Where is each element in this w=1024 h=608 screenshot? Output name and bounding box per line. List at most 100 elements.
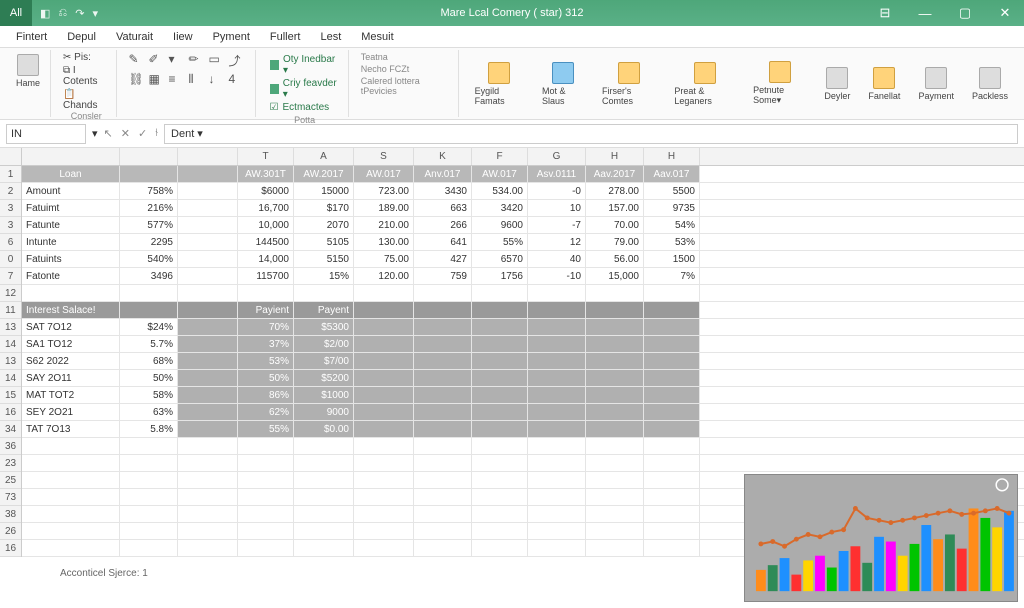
- cell[interactable]: 15000: [294, 183, 354, 199]
- namebox-dropdown-icon[interactable]: ▾: [92, 127, 98, 140]
- format-icon[interactable]: ⫴: [189, 72, 203, 86]
- cell[interactable]: 5.8%: [120, 421, 178, 437]
- cell[interactable]: [586, 319, 644, 335]
- cell[interactable]: 216%: [120, 200, 178, 216]
- cell[interactable]: [294, 472, 354, 488]
- paste-button[interactable]: 📋 Chands: [63, 89, 110, 111]
- cell[interactable]: Anv.017: [414, 166, 472, 182]
- row-header[interactable]: 23: [0, 455, 21, 472]
- cell[interactable]: 427: [414, 251, 472, 267]
- cell[interactable]: [528, 455, 586, 471]
- cell-styles-button[interactable]: Criy feavder ▾: [270, 78, 340, 100]
- cell[interactable]: 55%: [472, 234, 528, 250]
- cell[interactable]: [354, 336, 414, 352]
- cell[interactable]: [528, 336, 586, 352]
- cell[interactable]: -0: [528, 183, 586, 199]
- cell[interactable]: [528, 472, 586, 488]
- cell[interactable]: [354, 455, 414, 471]
- cell[interactable]: 50%: [120, 370, 178, 386]
- menu-item[interactable]: Iiew: [167, 29, 199, 45]
- cancel-icon[interactable]: ✕: [121, 127, 130, 140]
- menu-item[interactable]: Vaturait: [110, 29, 159, 45]
- eraser-icon[interactable]: ▭: [209, 52, 223, 66]
- cell[interactable]: [238, 472, 294, 488]
- cond-format-button[interactable]: Oty Inedbar ▾: [270, 54, 340, 76]
- cell[interactable]: [528, 387, 586, 403]
- cell[interactable]: [414, 438, 472, 454]
- cell[interactable]: Payient: [238, 302, 294, 318]
- cell[interactable]: [294, 438, 354, 454]
- cell[interactable]: [178, 472, 238, 488]
- cell[interactable]: [472, 421, 528, 437]
- cell[interactable]: [644, 404, 700, 420]
- menu-item[interactable]: Fullert: [264, 29, 307, 45]
- cell[interactable]: [528, 540, 586, 556]
- cell[interactable]: 210.00: [354, 217, 414, 233]
- cell[interactable]: [178, 183, 238, 199]
- cell[interactable]: 9735: [644, 200, 700, 216]
- cell[interactable]: Aav.017: [644, 166, 700, 182]
- fx-icon[interactable]: ⫮: [155, 127, 158, 140]
- cell[interactable]: [414, 387, 472, 403]
- ribbon-big-button[interactable]: Fanellat: [864, 65, 904, 103]
- cell[interactable]: [178, 387, 238, 403]
- cell[interactable]: $0.00: [294, 421, 354, 437]
- embedded-chart[interactable]: [744, 474, 1018, 602]
- cell[interactable]: 2070: [294, 217, 354, 233]
- cell[interactable]: [586, 421, 644, 437]
- cell[interactable]: 540%: [120, 251, 178, 267]
- row-header[interactable]: 38: [0, 506, 21, 523]
- cell[interactable]: [120, 302, 178, 318]
- cell[interactable]: 2295: [120, 234, 178, 250]
- cell[interactable]: -7: [528, 217, 586, 233]
- cell[interactable]: Fatonte: [22, 268, 120, 284]
- cell[interactable]: [414, 455, 472, 471]
- column-header[interactable]: S: [354, 148, 414, 165]
- cell[interactable]: 758%: [120, 183, 178, 199]
- share-icon[interactable]: ⤴: [229, 52, 243, 66]
- cell[interactable]: [414, 540, 472, 556]
- cell[interactable]: [22, 506, 120, 522]
- cell[interactable]: 6570: [472, 251, 528, 267]
- cell[interactable]: [644, 489, 700, 505]
- row-header[interactable]: 6: [0, 234, 21, 251]
- cell[interactable]: 157.00: [586, 200, 644, 216]
- cell[interactable]: 79.00: [586, 234, 644, 250]
- qat-dropdown-icon[interactable]: ▾: [92, 7, 98, 20]
- cell[interactable]: [238, 489, 294, 505]
- menu-item[interactable]: Depul: [61, 29, 102, 45]
- cell[interactable]: 15,000: [586, 268, 644, 284]
- cell[interactable]: [178, 166, 238, 182]
- cell[interactable]: [472, 285, 528, 301]
- cell[interactable]: [354, 285, 414, 301]
- cell[interactable]: [414, 285, 472, 301]
- cell[interactable]: [178, 523, 238, 539]
- column-header[interactable]: A: [294, 148, 354, 165]
- row-header[interactable]: 11: [0, 302, 21, 319]
- cell[interactable]: [528, 523, 586, 539]
- ribbon-big-button[interactable]: Eygild Famats: [471, 60, 528, 108]
- cell[interactable]: [644, 387, 700, 403]
- cell[interactable]: $6000: [238, 183, 294, 199]
- ribbon-big-button[interactable]: Payment: [914, 65, 958, 103]
- maximize-icon[interactable]: ▢: [946, 0, 984, 26]
- cell[interactable]: [644, 506, 700, 522]
- menu-item[interactable]: Pyment: [207, 29, 256, 45]
- cell[interactable]: [472, 523, 528, 539]
- align-icon[interactable]: ≡: [169, 72, 183, 86]
- row-header[interactable]: 16: [0, 404, 21, 421]
- cell[interactable]: 3430: [414, 183, 472, 199]
- row-header[interactable]: 34: [0, 421, 21, 438]
- cell[interactable]: [22, 523, 120, 539]
- cell[interactable]: [238, 455, 294, 471]
- cell[interactable]: AW.301T: [238, 166, 294, 182]
- row-header[interactable]: 3: [0, 200, 21, 217]
- cell[interactable]: [586, 387, 644, 403]
- cell[interactable]: 144500: [238, 234, 294, 250]
- column-header[interactable]: H: [586, 148, 644, 165]
- cell[interactable]: AW.017: [354, 166, 414, 182]
- cell[interactable]: [22, 285, 120, 301]
- cell[interactable]: [120, 166, 178, 182]
- cell[interactable]: [120, 489, 178, 505]
- cell[interactable]: [586, 472, 644, 488]
